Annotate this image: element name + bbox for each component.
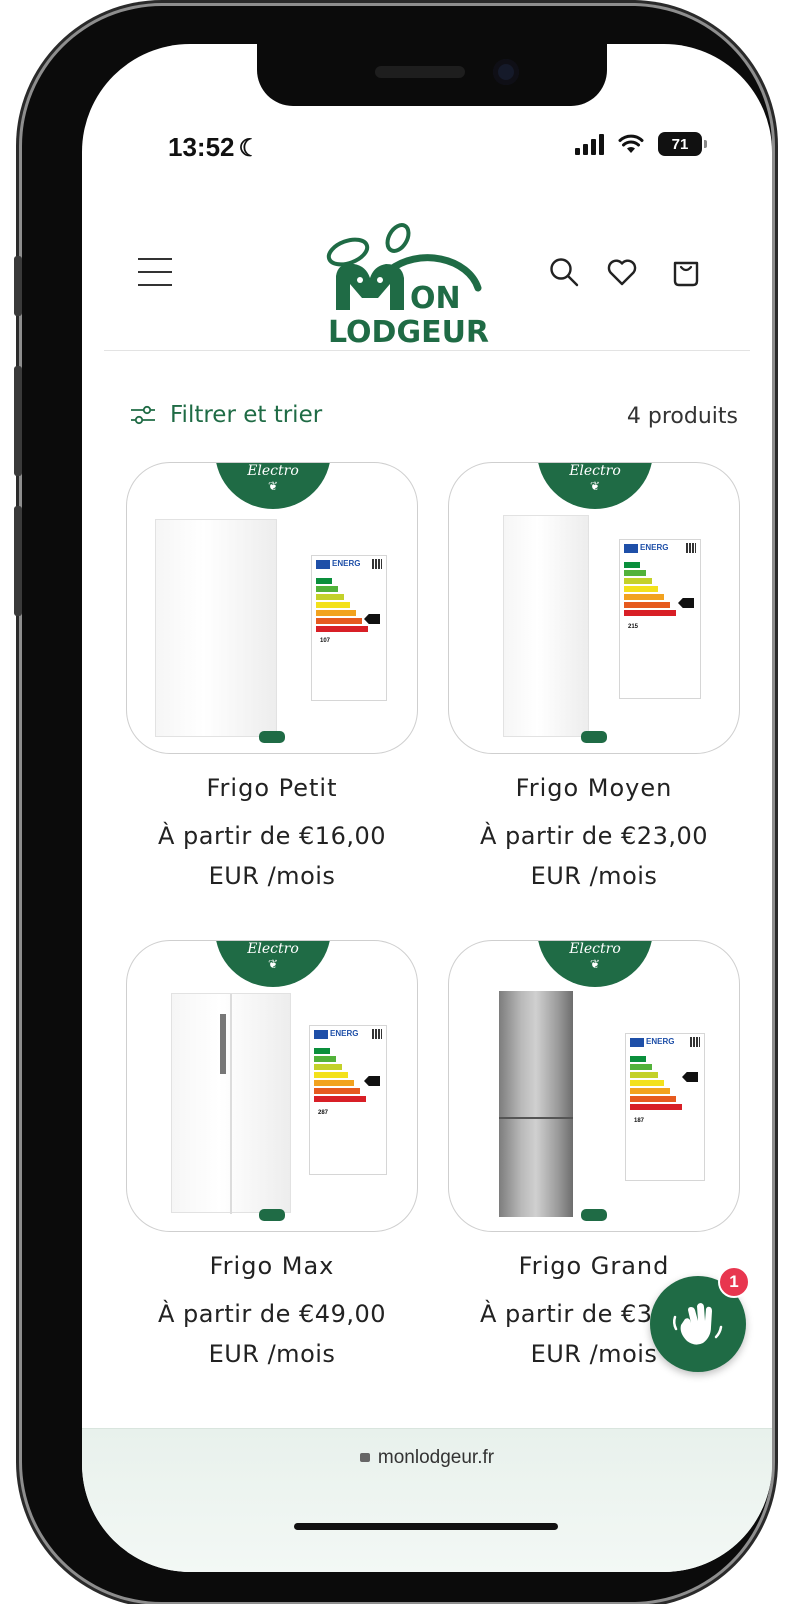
price-line: À partir de €16,00 xyxy=(157,822,387,850)
battery-level: 71 xyxy=(671,135,689,153)
menu-icon[interactable] xyxy=(138,258,172,286)
product-image[interactable]: Electro ❦ ENERG 107 xyxy=(126,462,418,754)
site-header: ON LODGEUR xyxy=(82,216,772,352)
badge-label: Electro xyxy=(569,941,621,957)
price-unit: EUR /mois xyxy=(208,862,336,890)
fridge-image xyxy=(499,991,573,1217)
signal-icon xyxy=(575,133,604,155)
product-price: À partir de €49,00 EUR /mois xyxy=(110,1294,434,1374)
product-title[interactable]: Frigo Moyen xyxy=(448,774,740,802)
fridge-image xyxy=(503,515,589,737)
filter-sort-button[interactable]: Filtrer et trier xyxy=(130,402,322,428)
electro-badge: Electro ❦ xyxy=(537,941,653,987)
browser-url-bar[interactable]: monlodgeur.fr xyxy=(82,1428,772,1572)
logo-text-on: ON xyxy=(410,281,461,316)
screen: 13:52 ☾ 71 ON LODGEUR Filtrer et trier 4… xyxy=(82,44,772,1572)
bird-icon: ❦ xyxy=(267,479,279,493)
waving-hand-icon xyxy=(672,1303,723,1345)
phone-frame: 13:52 ☾ 71 ON LODGEUR Filtrer et trier 4… xyxy=(14,6,772,1602)
price-line: À partir de €23,00 xyxy=(479,822,709,850)
status-time: 13:52 ☾ xyxy=(168,132,260,163)
electro-badge: Electro ❦ xyxy=(215,463,331,509)
notification-badge: 1 xyxy=(718,1266,750,1298)
mini-logo-icon xyxy=(581,731,607,743)
product-price: À partir de €16,00 EUR /mois xyxy=(110,816,434,896)
heart-icon[interactable] xyxy=(606,256,638,288)
energy-label: ENERG 215 xyxy=(619,539,701,699)
time-text: 13:52 xyxy=(168,132,235,162)
price-line: À partir de €49,00 xyxy=(157,1300,387,1328)
home-indicator[interactable] xyxy=(294,1523,558,1530)
volume-up-button xyxy=(14,366,22,476)
product-image[interactable]: Electro ❦ ENERG 287 xyxy=(126,940,418,1232)
battery-icon: 71 xyxy=(658,132,707,156)
product-title[interactable]: Frigo Max xyxy=(126,1252,418,1280)
url-display[interactable]: monlodgeur.fr xyxy=(82,1447,772,1469)
product-count: 4 produits xyxy=(626,404,738,429)
energy-label: ENERG 107 xyxy=(311,555,387,701)
energy-label: ENERG 287 xyxy=(309,1025,387,1175)
sliders-icon xyxy=(131,405,155,425)
kwh-value: 107 xyxy=(320,638,331,644)
header-divider xyxy=(104,350,750,351)
fridge-image xyxy=(171,993,291,1214)
energy-label: ENERG 187 xyxy=(625,1033,705,1181)
badge-label: Electro xyxy=(569,463,621,479)
mini-logo-icon xyxy=(259,1209,285,1221)
fridge-image xyxy=(155,519,277,737)
electro-badge: Electro ❦ xyxy=(537,463,653,509)
bird-icon: ❦ xyxy=(589,479,601,493)
front-camera xyxy=(493,59,519,85)
side-button xyxy=(14,256,22,316)
search-icon[interactable] xyxy=(548,256,580,288)
product-image[interactable]: Electro ❦ ENERG 187 xyxy=(448,940,740,1232)
mini-logo-icon xyxy=(259,731,285,743)
price-unit: EUR /mois xyxy=(208,1340,336,1368)
electro-badge: Electro ❦ xyxy=(215,941,331,987)
wifi-icon xyxy=(618,134,644,153)
product-title[interactable]: Frigo Petit xyxy=(126,774,418,802)
bird-icon: ❦ xyxy=(589,957,601,971)
volume-down-button xyxy=(14,506,22,616)
kwh-value: 187 xyxy=(634,1118,645,1124)
logo-text-lodgeur: LODGEUR xyxy=(328,315,489,348)
price-unit: EUR /mois xyxy=(530,862,658,890)
kwh-value: 215 xyxy=(628,624,639,630)
speaker xyxy=(375,66,465,78)
url-text: monlodgeur.fr xyxy=(377,1447,495,1468)
badge-label: Electro xyxy=(247,941,299,957)
kwh-value: 287 xyxy=(318,1110,329,1116)
moon-icon: ☾ xyxy=(238,135,261,162)
filter-label: Filtrer et trier xyxy=(170,402,323,428)
notch xyxy=(257,44,607,106)
badge-label: Electro xyxy=(247,463,299,479)
product-price: À partir de €23,00 EUR /mois xyxy=(432,816,756,896)
mini-logo-icon xyxy=(581,1209,607,1221)
product-image[interactable]: Electro ❦ ENERG 215 xyxy=(448,462,740,754)
status-indicators: 71 xyxy=(575,132,707,156)
cart-icon[interactable] xyxy=(670,256,702,288)
lock-icon xyxy=(359,1453,370,1462)
bird-icon: ❦ xyxy=(267,957,279,971)
mon-lodgeur-logo[interactable]: ON LODGEUR xyxy=(320,222,490,348)
